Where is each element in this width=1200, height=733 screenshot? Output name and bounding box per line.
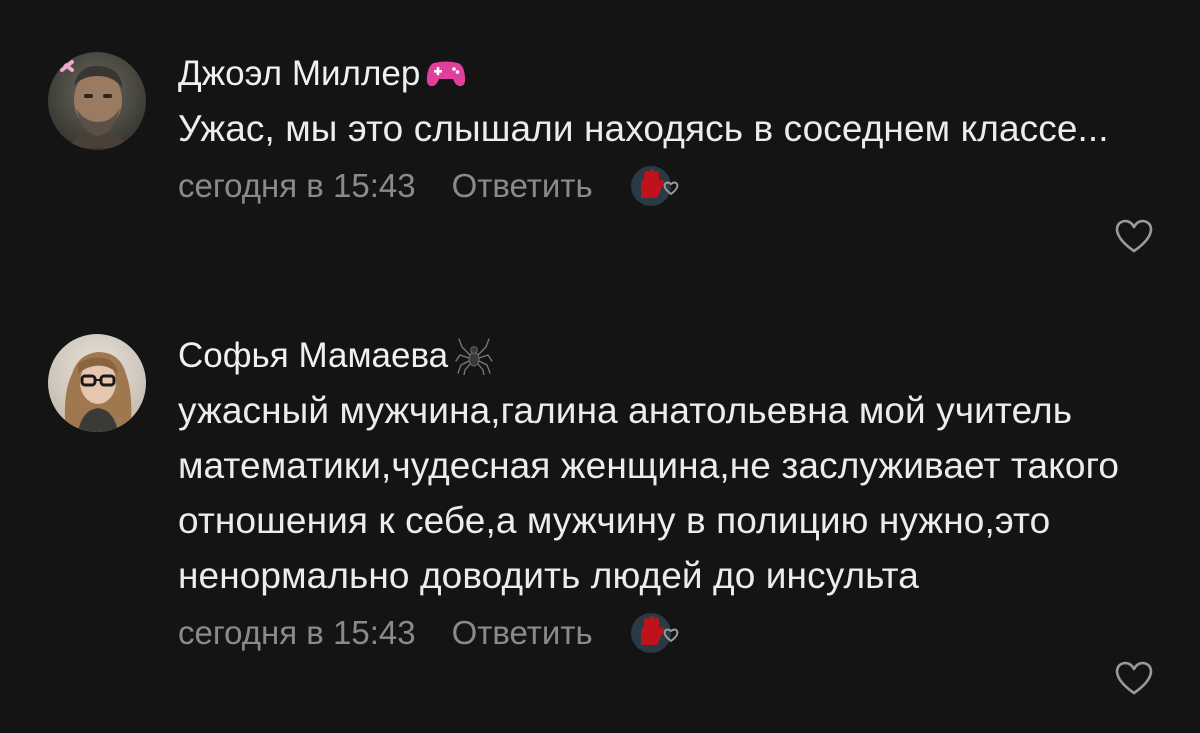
heart-outline-icon[interactable]	[1114, 218, 1154, 254]
comment-body: Джоэл Миллер Ужас, мы это слышали находя…	[178, 48, 1158, 211]
heart-outline-icon[interactable]	[1114, 660, 1154, 696]
comment-text: Ужас, мы это слышали находясь в соседнем…	[178, 108, 1109, 149]
reaction-button[interactable]	[629, 611, 685, 655]
comment-timestamp: сегодня в 15:43	[178, 614, 416, 651]
red-hand-heart-icon	[630, 166, 679, 206]
comment-body: Софья Мамаева ужасный мужчина,галина ана…	[178, 330, 1158, 658]
comment-author: Софья Мамаева	[178, 330, 1158, 382]
author-name[interactable]: Джоэл Миллер	[178, 48, 420, 100]
red-hand-heart-icon	[630, 613, 679, 653]
author-name[interactable]: Софья Мамаева	[178, 330, 448, 382]
reaction-button[interactable]	[629, 164, 685, 208]
reply-button[interactable]: Ответить	[452, 608, 593, 658]
gamepad-icon	[426, 59, 466, 89]
comment-author: Джоэл Миллер	[178, 48, 1158, 100]
avatar-image	[48, 334, 146, 432]
spider-icon	[454, 337, 494, 375]
comment-meta: сегодня в 15:43 Ответить	[178, 608, 1158, 658]
reply-button[interactable]: Ответить	[452, 161, 593, 211]
comment-text: ужасный мужчина,галина анатольевна мой у…	[178, 390, 1120, 596]
comment-meta: сегодня в 15:43 Ответить	[178, 161, 1158, 211]
avatar-image	[48, 52, 146, 150]
comment-timestamp: сегодня в 15:43	[178, 167, 416, 204]
author-avatar[interactable]	[48, 334, 146, 432]
author-avatar[interactable]	[48, 52, 146, 150]
